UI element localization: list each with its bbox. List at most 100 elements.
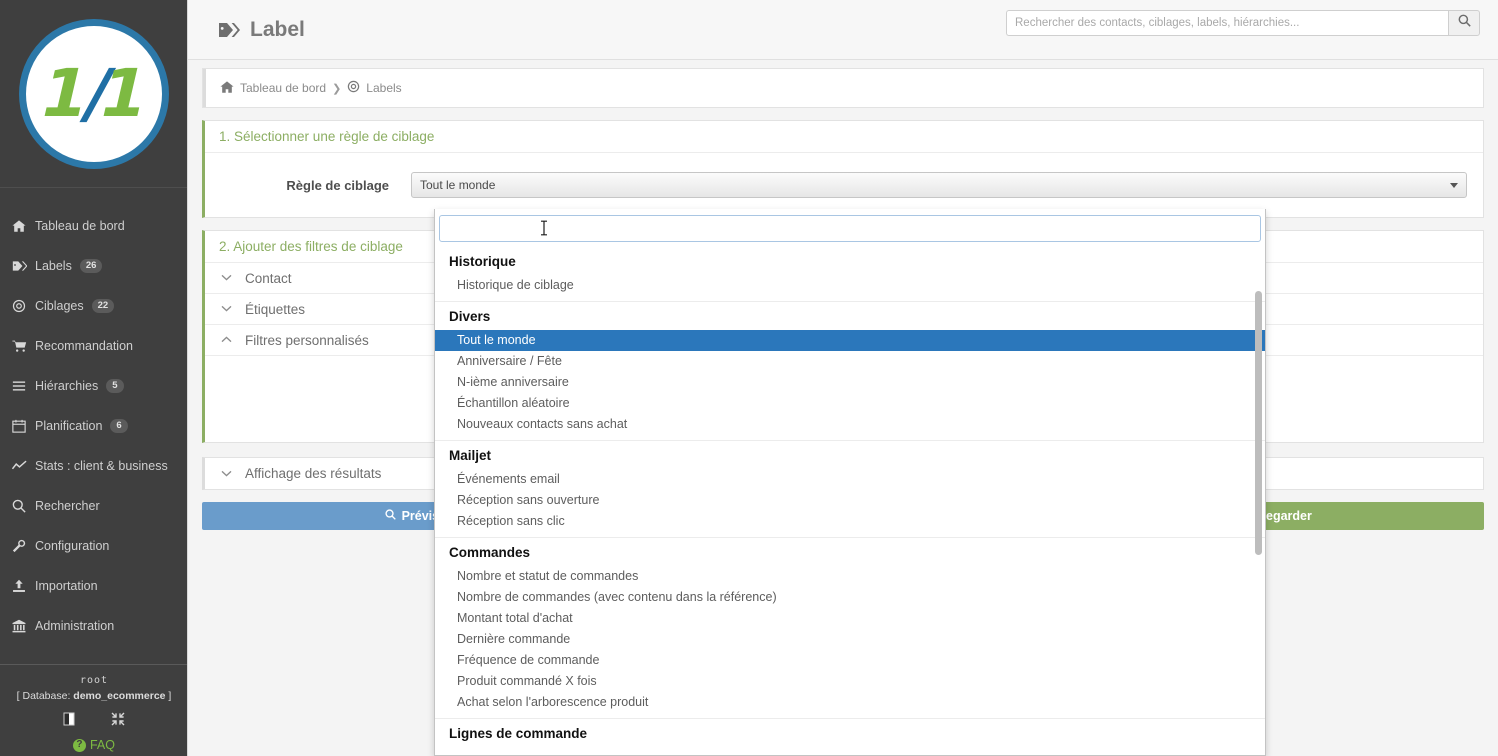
search-button[interactable]: [1448, 10, 1480, 36]
sidebar-item-label: Administration: [35, 619, 115, 633]
dropdown-option[interactable]: Achat selon l'arborescence produit: [435, 692, 1265, 713]
sidebar-footer-icons: [0, 712, 187, 726]
sidebar-item-label: Planification: [35, 419, 103, 433]
chevron-down-icon: [221, 468, 232, 480]
calendar-icon: [8, 419, 30, 433]
dropdown-option[interactable]: Échantillon aléatoire: [435, 393, 1265, 414]
dropdown-group-historique: Historique Historique de ciblage: [435, 247, 1265, 296]
dropdown-option[interactable]: Réception sans clic: [435, 511, 1265, 532]
targeting-rule-value: Tout le monde: [420, 178, 496, 192]
dropdown-search-wrap: [435, 209, 1265, 247]
sidebar-item-tableau-de-bord[interactable]: Tableau de bord: [0, 206, 187, 246]
sidebar-item-importation[interactable]: Importation: [0, 566, 187, 606]
targeting-rule-dropdown: Historique Historique de ciblage Divers …: [434, 209, 1266, 756]
target-icon: [8, 299, 30, 313]
breadcrumb-item-labels[interactable]: Labels: [366, 81, 401, 95]
dropdown-scrollbar[interactable]: [1255, 291, 1262, 555]
sidebar-item-recommandation[interactable]: Recommandation: [0, 326, 187, 366]
dropdown-option[interactable]: Dernière commande: [435, 629, 1265, 650]
question-icon: ?: [72, 738, 86, 752]
dropdown-option[interactable]: Fréquence de commande: [435, 650, 1265, 671]
breadcrumb-panel: Tableau de bord ❯ Labels: [202, 68, 1484, 108]
sidebar-item-labels[interactable]: Labels 26: [0, 246, 187, 286]
results-label: Affichage des résultats: [245, 466, 382, 481]
search-input[interactable]: [1006, 10, 1448, 36]
wrench-icon: [8, 539, 30, 553]
sidebar-item-label: Configuration: [35, 539, 110, 553]
dropdown-group-lignes-de-commande: Lignes de commande: [435, 719, 1265, 747]
sidebar-item-label: Tableau de bord: [35, 219, 125, 233]
dropdown-option[interactable]: Montant total d'achat: [435, 608, 1265, 629]
sidebar-item-label: Hiérarchies: [35, 379, 99, 393]
dropdown-group-title: Mailjet: [449, 448, 492, 463]
database-name: demo_ecommerce: [73, 690, 166, 702]
sidebar-item-label: Labels: [35, 259, 72, 273]
page-title: Label: [218, 18, 305, 42]
dropdown-option[interactable]: Nombre et statut de commandes: [435, 566, 1265, 587]
search-icon: [8, 499, 30, 513]
home-icon: [220, 80, 234, 97]
upload-icon: [8, 579, 30, 593]
faq-link[interactable]: ? FAQ: [0, 738, 187, 752]
current-user: root: [79, 675, 109, 686]
sidebar-nav: Tableau de bord Labels 26 Ciblages 22 Re…: [0, 188, 187, 646]
sidebar-item-stats[interactable]: Stats : client & business: [0, 446, 187, 486]
list-icon: [8, 380, 30, 392]
sidebar: 1 / 1 Tableau de bord Labels 26 Ciblages…: [0, 0, 188, 756]
dropdown-group-title: Lignes de commande: [449, 726, 588, 741]
sidebar-badge: 5: [106, 379, 124, 393]
database-suffix: ]: [165, 690, 172, 702]
app-logo[interactable]: 1 / 1: [0, 0, 187, 188]
targeting-rule-row: Règle de ciblage Tout le monde: [205, 153, 1483, 217]
home-icon: [8, 219, 30, 233]
sidebar-item-administration[interactable]: Administration: [0, 606, 187, 646]
dropdown-option[interactable]: Nouveaux contacts sans achat: [435, 414, 1265, 435]
faq-label: FAQ: [89, 738, 115, 752]
dropdown-group-divers: Divers Tout le monde Anniversaire / Fête…: [435, 302, 1265, 435]
logo-circle: 1 / 1: [18, 18, 169, 169]
step1-title: 1. Sélectionner une règle de ciblage: [205, 121, 1483, 153]
chevron-down-icon: [1450, 182, 1458, 188]
top-bar: Label: [188, 0, 1498, 60]
database-info: [ Database: demo_ecommerce ]: [0, 690, 187, 702]
sidebar-item-label: Ciblages: [35, 299, 84, 313]
targeting-rule-select[interactable]: Tout le monde: [411, 172, 1467, 198]
dropdown-search-input[interactable]: [439, 215, 1261, 242]
dropdown-option[interactable]: Réception sans ouverture: [435, 490, 1265, 511]
sidebar-item-ciblages[interactable]: Ciblages 22: [0, 286, 187, 326]
chevron-up-icon: [221, 334, 232, 346]
sidebar-badge: 22: [91, 299, 115, 313]
targeting-rule-label: Règle de ciblage: [286, 177, 389, 193]
sidebar-footer: root [ Database: demo_ecommerce ] ? FAQ: [0, 664, 187, 756]
sidebar-badge: 26: [79, 259, 103, 273]
collapse-icon[interactable]: [111, 712, 125, 726]
tag-icon: [8, 259, 30, 273]
accordion-label: Filtres personnalisés: [245, 332, 369, 348]
dropdown-option[interactable]: Événements email: [435, 469, 1265, 490]
logo-mark: 1 / 1: [33, 55, 154, 132]
chart-icon: [8, 460, 30, 472]
sidebar-item-rechercher[interactable]: Rechercher: [0, 486, 187, 526]
global-search: [1006, 10, 1480, 36]
chevron-down-icon: [221, 272, 232, 284]
sidebar-item-planification[interactable]: Planification 6: [0, 406, 187, 446]
dropdown-option[interactable]: Historique de ciblage: [435, 275, 1265, 296]
accordion-label: Contact: [245, 270, 292, 286]
dropdown-group-title: Commandes: [449, 545, 531, 560]
sidebar-item-configuration[interactable]: Configuration: [0, 526, 187, 566]
search-icon: [1458, 14, 1471, 32]
breadcrumb-item-dashboard[interactable]: Tableau de bord: [240, 81, 326, 95]
dropdown-option[interactable]: Nombre de commandes (avec contenu dans l…: [435, 587, 1265, 608]
dropdown-option[interactable]: Produit commandé X fois: [435, 671, 1265, 692]
cart-icon: [8, 339, 30, 353]
search-icon: [384, 509, 396, 523]
contrast-icon[interactable]: [63, 712, 75, 726]
sidebar-item-hierarchies[interactable]: Hiérarchies 5: [0, 366, 187, 406]
database-prefix: [ Database:: [16, 690, 74, 702]
dropdown-option-list[interactable]: Historique Historique de ciblage Divers …: [435, 247, 1265, 749]
dropdown-option[interactable]: N-ième anniversaire: [435, 372, 1265, 393]
dropdown-option-selected[interactable]: Tout le monde: [435, 330, 1265, 351]
dropdown-group-title: Historique: [449, 254, 516, 269]
dropdown-option[interactable]: Anniversaire / Fête: [435, 351, 1265, 372]
sidebar-item-label: Rechercher: [35, 499, 100, 513]
